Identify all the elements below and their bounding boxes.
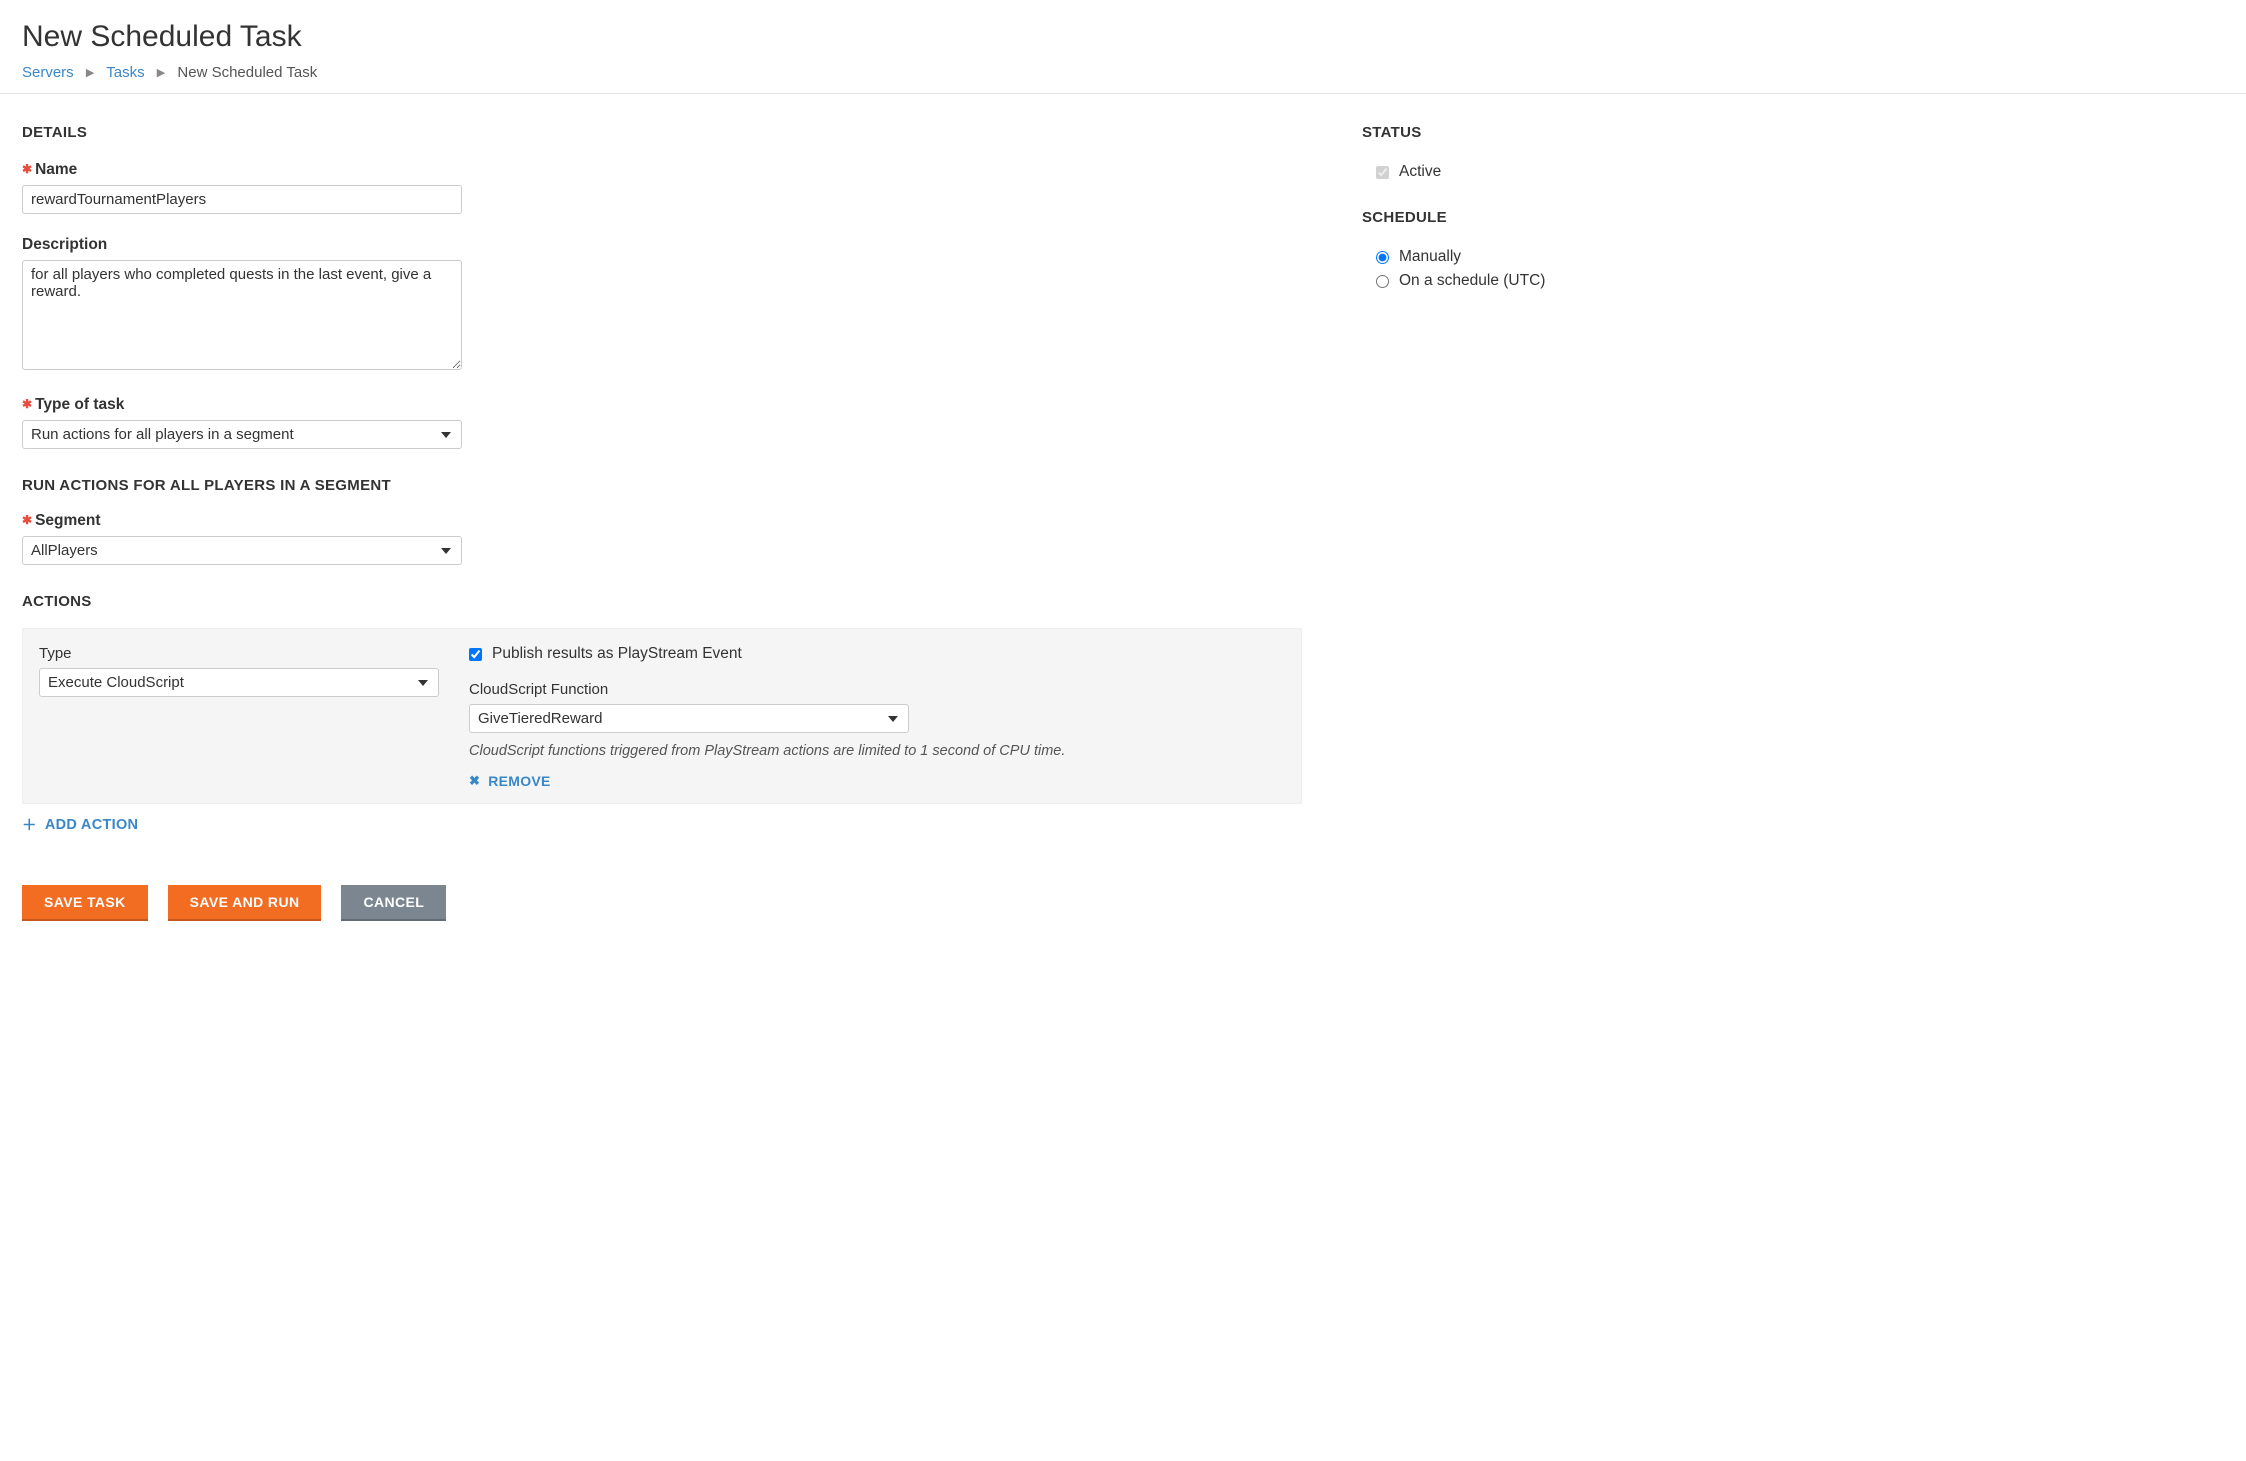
task-type-select[interactable]: Run actions for all players in a segment: [22, 420, 462, 449]
breadcrumb-current: New Scheduled Task: [177, 64, 317, 81]
cloudscript-function-label: CloudScript Function: [469, 681, 1285, 698]
chevron-right-icon: ▶: [86, 67, 94, 79]
action-type-label: Type: [39, 645, 439, 662]
remove-action-button[interactable]: ✖ REMOVE: [469, 773, 551, 789]
schedule-manual-radio[interactable]: [1376, 251, 1389, 264]
action-card: Type Execute CloudScript Publish results…: [22, 628, 1302, 804]
segment-select[interactable]: AllPlayers: [22, 536, 462, 565]
breadcrumb-tasks[interactable]: Tasks: [106, 64, 144, 81]
cancel-button[interactable]: CANCEL: [341, 885, 446, 921]
action-type-select[interactable]: Execute CloudScript: [39, 668, 439, 697]
add-action-button[interactable]: ＋ ADD ACTION: [22, 814, 138, 835]
breadcrumb: Servers ▶ Tasks ▶ New Scheduled Task: [22, 64, 2224, 81]
active-label: Active: [1399, 163, 1441, 181]
plus-icon: ＋: [22, 814, 37, 835]
segment-label: Segment: [22, 512, 1302, 530]
schedule-section-label: SCHEDULE: [1362, 209, 2023, 226]
cloudscript-help-text: CloudScript functions triggered from Pla…: [469, 743, 1285, 759]
save-and-run-button[interactable]: SAVE AND RUN: [168, 885, 322, 921]
schedule-manual-label: Manually: [1399, 248, 1461, 266]
remove-action-label: REMOVE: [488, 773, 550, 789]
name-label: Name: [22, 161, 1302, 179]
details-section-label: DETAILS: [22, 124, 1302, 141]
breadcrumb-servers[interactable]: Servers: [22, 64, 74, 81]
task-type-label: Type of task: [22, 396, 1302, 414]
page-title: New Scheduled Task: [22, 20, 2224, 54]
close-icon: ✖: [469, 773, 480, 789]
save-task-button[interactable]: SAVE TASK: [22, 885, 148, 921]
chevron-right-icon: ▶: [157, 67, 165, 79]
active-checkbox[interactable]: [1376, 166, 1389, 179]
publish-label: Publish results as PlayStream Event: [492, 645, 742, 663]
actions-section-label: ACTIONS: [22, 593, 1302, 610]
schedule-utc-label: On a schedule (UTC): [1399, 272, 1545, 290]
name-input[interactable]: [22, 185, 462, 214]
description-input[interactable]: for all players who completed quests in …: [22, 260, 462, 370]
cloudscript-function-select[interactable]: GiveTieredReward: [469, 704, 909, 733]
add-action-label: ADD ACTION: [45, 817, 138, 833]
status-section-label: STATUS: [1362, 124, 2023, 141]
schedule-utc-radio[interactable]: [1376, 275, 1389, 288]
description-label: Description: [22, 236, 1302, 254]
publish-checkbox[interactable]: [469, 648, 482, 661]
segment-section-label: RUN ACTIONS FOR ALL PLAYERS IN A SEGMENT: [22, 477, 1302, 494]
